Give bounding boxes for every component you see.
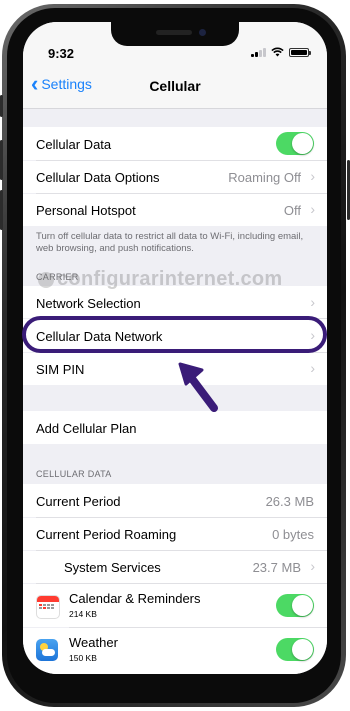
weather-icon bbox=[36, 639, 58, 661]
row-label: Current Period Roaming bbox=[36, 527, 177, 542]
add-cellular-plan-row[interactable]: Add Cellular Plan bbox=[23, 411, 327, 444]
cellular-data-row[interactable]: Cellular Data bbox=[23, 127, 327, 160]
row-value: 23.7 MB bbox=[252, 560, 301, 575]
row-label: SIM PIN bbox=[36, 362, 85, 377]
cellular-data-options-row[interactable]: Cellular Data Options Roaming Off › bbox=[23, 161, 327, 193]
watermark: configurarinternet.com bbox=[38, 268, 283, 291]
row-value: Off bbox=[283, 203, 301, 218]
earpiece-speaker bbox=[156, 30, 192, 35]
row-value: Roaming Off bbox=[228, 170, 301, 185]
cellular-data-section-header: CELLULAR DATA bbox=[36, 469, 112, 479]
row-label: Cellular Data Options bbox=[36, 170, 160, 185]
app-usage: 214 KB bbox=[69, 609, 97, 619]
row-label: Network Selection bbox=[36, 296, 141, 311]
cellular-data-footnote: Turn off cellular data to restrict all d… bbox=[36, 231, 304, 254]
system-services-row[interactable]: System Services 23.7 MB › bbox=[23, 551, 327, 583]
chevron-right-icon: › bbox=[310, 168, 315, 184]
pointer-arrow-icon bbox=[178, 362, 218, 412]
row-label: Current Period bbox=[36, 494, 121, 509]
row-label: Personal Hotspot bbox=[36, 203, 136, 218]
calendar-icon bbox=[36, 595, 60, 619]
app-name: Calendar & Reminders bbox=[69, 591, 201, 606]
current-period-roaming-row: Current Period Roaming 0 bytes bbox=[23, 518, 327, 550]
navigation-bar: ‹ Settings Cellular bbox=[23, 66, 327, 109]
row-value: 26.3 MB bbox=[265, 494, 314, 509]
chevron-right-icon: › bbox=[310, 360, 315, 376]
chevron-right-icon: › bbox=[310, 294, 315, 310]
chevron-right-icon: › bbox=[310, 201, 315, 217]
battery-icon bbox=[289, 47, 311, 57]
sim-pin-row[interactable]: SIM PIN › bbox=[23, 353, 327, 385]
add-cellular-plan-link[interactable]: Add Cellular Plan bbox=[36, 421, 136, 436]
app-usage: 150 KB bbox=[69, 653, 97, 663]
side-button-left-top bbox=[0, 95, 3, 117]
cellular-data-toggle[interactable] bbox=[276, 132, 314, 155]
row-value: 0 bytes bbox=[272, 527, 314, 542]
highlight-outline bbox=[22, 316, 327, 353]
weather-toggle[interactable] bbox=[276, 638, 314, 661]
current-period-row: Current Period 26.3 MB bbox=[23, 484, 327, 517]
watermark-text: configurarinternet.com bbox=[57, 268, 283, 290]
volume-up-button bbox=[0, 140, 3, 180]
personal-hotspot-row[interactable]: Personal Hotspot Off › bbox=[23, 194, 327, 226]
app-name: Weather bbox=[69, 635, 118, 650]
chevron-right-icon: › bbox=[310, 558, 315, 574]
wifi-icon bbox=[271, 47, 284, 57]
app-row-weather: Weather 150 KB bbox=[23, 628, 327, 674]
row-label: Cellular Data bbox=[36, 137, 112, 152]
status-icons bbox=[251, 47, 311, 57]
status-time: 9:32 bbox=[48, 46, 75, 61]
row-label: System Services bbox=[64, 560, 161, 575]
calendar-toggle[interactable] bbox=[276, 594, 314, 617]
cellular-signal-icon bbox=[251, 47, 266, 57]
notch bbox=[111, 22, 239, 46]
front-camera bbox=[199, 29, 206, 36]
page-title: Cellular bbox=[149, 78, 201, 94]
app-row-calendar: Calendar & Reminders 214 KB bbox=[23, 584, 327, 627]
volume-down-button bbox=[0, 190, 3, 230]
